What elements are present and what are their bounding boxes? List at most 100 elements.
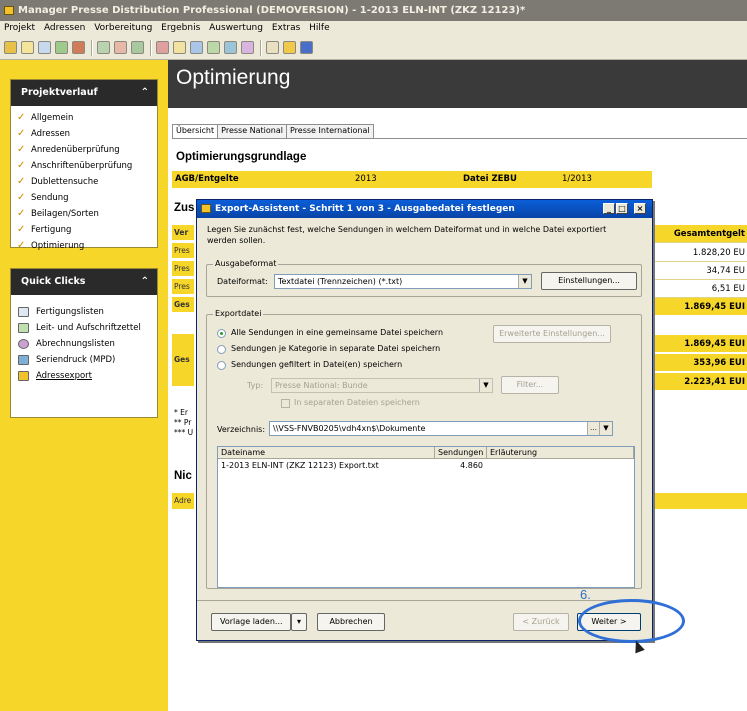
step-annotation: 6. (580, 587, 591, 602)
chevron-down-icon[interactable]: ▼ (599, 422, 612, 435)
check-icon: ✓ (17, 224, 26, 235)
zurueck-button[interactable]: < Zurück (513, 613, 569, 631)
quick-clicks-header[interactable]: Quick Clicks ⌃ (11, 269, 157, 295)
tab-strip: Übersicht Presse National Presse Internati… (172, 124, 374, 138)
package-icon[interactable] (131, 41, 144, 54)
radio-gefiltert[interactable] (217, 361, 226, 370)
edit-icon[interactable] (38, 41, 51, 54)
list-icon[interactable] (173, 41, 186, 54)
gesamt-value: 6,51 EU (652, 280, 747, 298)
separate-files-label: In separaten Dateien speichern (294, 398, 420, 407)
tab-presse-international[interactable]: Presse International (286, 124, 374, 138)
check-icon: ✓ (17, 128, 26, 139)
list-item[interactable]: 1-2013 ELN-INT (ZKZ 12123) Export.txt 4.… (221, 460, 631, 472)
project-panel-title: Projektverlauf (21, 87, 98, 98)
label-icon (18, 323, 29, 333)
typ-select[interactable]: Presse National: Bunde ▼ (271, 378, 493, 393)
open-folder-icon[interactable] (21, 41, 34, 54)
sidebar-item-optimierung[interactable]: ✓ Optimierung (11, 238, 157, 254)
einstellungen-button[interactable]: Einstellungen... (541, 272, 637, 290)
erweiterte-einstellungen-button[interactable]: Erweiterte Einstellungen... (493, 325, 611, 343)
footnote: ** Pr (174, 418, 192, 427)
sidebar-item-fertigung[interactable]: ✓ Fertigung (11, 222, 157, 238)
quick-item-leitzettel[interactable]: Leit- und Aufschriftzettel (11, 320, 157, 336)
check-list-icon[interactable] (97, 41, 110, 54)
mail-merge-icon[interactable] (224, 41, 237, 54)
help-icon[interactable] (300, 41, 313, 54)
billing-icon[interactable] (207, 41, 220, 54)
excel-icon[interactable] (266, 41, 279, 54)
quick-item-seriendruck[interactable]: Seriendruck (MPD) (11, 352, 157, 368)
dialog-titlebar[interactable]: Export-Assistent - Schritt 1 von 3 - Aus… (197, 200, 652, 218)
collapse-icon[interactable]: ⌃ (141, 80, 149, 106)
column-header-erlaeuterung[interactable]: Erläuterung (487, 447, 634, 459)
quick-item-abrechnungslisten[interactable]: Abrechnungslisten (11, 336, 157, 352)
tab-divider (172, 138, 747, 139)
menu-extras[interactable]: Extras (272, 23, 300, 33)
radio-alle-sendungen[interactable] (217, 329, 226, 338)
filter-button[interactable]: Filter... (501, 376, 559, 394)
quick-item-adressexport[interactable]: Adressexport (11, 368, 157, 384)
chevron-down-icon: ▼ (518, 275, 531, 288)
radio-label: Alle Sendungen in eine gemeinsame Datei … (231, 328, 444, 337)
window-title: Manager Presse Distribution Professional… (18, 5, 526, 16)
sidebar-item-sendung[interactable]: ✓ Sendung (11, 190, 157, 206)
ausgabeformat-group: Ausgabeformat Dateiformat: Textdatei (Tr… (206, 259, 642, 297)
project-panel-header[interactable]: Projektverlauf ⌃ (11, 80, 157, 106)
vorlage-dropdown-button[interactable]: ▾ (291, 613, 307, 631)
radio-label: Sendungen je Kategorie in separate Datei… (231, 344, 441, 353)
production-icon[interactable] (156, 41, 169, 54)
menu-auswertung[interactable]: Auswertung (209, 23, 263, 33)
menu-projekt[interactable]: Projekt (4, 23, 35, 33)
quick-clicks-panel: Quick Clicks ⌃ Fertigungslisten Leit- un… (10, 268, 158, 418)
sidebar-item-anschriftenueberpruefung[interactable]: ✓ Anschriftenüberprüfung (11, 158, 157, 174)
gesamt-block-value: 353,96 EUI (652, 354, 747, 372)
maximize-icon[interactable]: □ (616, 203, 628, 214)
tab-uebersicht[interactable]: Übersicht (172, 124, 219, 138)
footnote: * Er (174, 408, 188, 417)
check-icon: ✓ (17, 240, 26, 251)
people-icon[interactable] (72, 41, 85, 54)
sidebar-item-adressen[interactable]: ✓ Adressen (11, 126, 157, 142)
column-header-sendungen[interactable]: Sendungen (435, 447, 487, 459)
sidebar-item-dublettensuche[interactable]: ✓ Dublettensuche (11, 174, 157, 190)
column-header-dateiname[interactable]: Dateiname (218, 447, 435, 459)
export-icon[interactable] (241, 41, 254, 54)
vorlage-laden-button[interactable]: Vorlage laden... (211, 613, 291, 631)
window-titlebar: Manager Presse Distribution Professional… (0, 0, 747, 21)
page-title: Optimierung (176, 66, 291, 89)
import-icon[interactable] (55, 41, 68, 54)
menu-vorbereitung[interactable]: Vorbereitung (94, 23, 152, 33)
new-project-icon[interactable] (4, 41, 17, 54)
sidebar-item-allgemein[interactable]: ✓ Allgemein (11, 110, 157, 126)
menu-bar: Projekt Adressen Vorbereitung Ergebnis A… (0, 21, 747, 36)
abbrechen-button[interactable]: Abbrechen (317, 613, 385, 631)
agb-row: AGB/Entgelte 2013 Datei ZEBU 1/2013 (172, 171, 652, 188)
sidebar-item-anredenueberpruefung[interactable]: ✓ Anredenüberprüfung (11, 142, 157, 158)
main-header: Optimierung (168, 60, 747, 108)
collapse-icon[interactable]: ⌃ (141, 269, 149, 295)
menu-hilfe[interactable]: Hilfe (309, 23, 329, 33)
sidebar-item-beilagen[interactable]: ✓ Beilagen/Sorten (11, 206, 157, 222)
dateiformat-select[interactable]: Textdatei (Trennzeichen) (*.txt) ▼ (274, 274, 532, 289)
close-icon[interactable]: × (634, 203, 646, 214)
dedupe-icon[interactable] (114, 41, 127, 54)
tab-presse-national[interactable]: Presse National (217, 124, 287, 138)
verzeichnis-label: Verzeichnis: (217, 425, 266, 434)
chevron-down-icon: ▼ (479, 379, 492, 392)
separate-files-checkbox[interactable] (281, 399, 290, 408)
sidebar: Projektverlauf ⌃ ✓ Allgemein ✓ Adressen ✓ A… (0, 60, 168, 711)
export-file-list: Dateiname Sendungen Erläuterung 1-2013 E… (217, 446, 635, 588)
section-zusammenfassung: Zus (174, 202, 195, 214)
minimize-icon[interactable]: _ (603, 203, 615, 214)
radio-je-kategorie[interactable] (217, 345, 226, 354)
adre-row-bar (652, 493, 747, 509)
stub-row: Pres (172, 261, 194, 276)
menu-adressen[interactable]: Adressen (44, 23, 85, 33)
menu-ergebnis[interactable]: Ergebnis (161, 23, 200, 33)
billing-icon (18, 339, 29, 349)
folder-icon[interactable] (283, 41, 296, 54)
label-icon[interactable] (190, 41, 203, 54)
quick-item-fertigungslisten[interactable]: Fertigungslisten (11, 304, 157, 320)
verzeichnis-input[interactable]: \\VSS-FNVB0205\vdh4xn$\Dokumente … ▼ (269, 421, 613, 436)
